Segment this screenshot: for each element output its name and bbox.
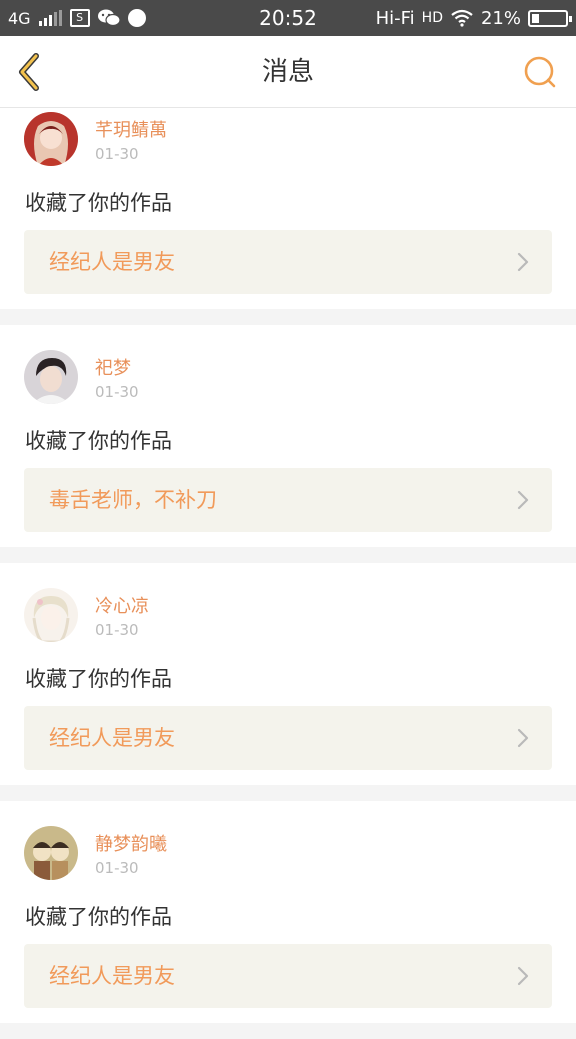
work-link[interactable]: 经纪人是男友 (24, 706, 552, 770)
work-link[interactable]: 毒舌老师，不补刀 (24, 468, 552, 532)
chevron-right-icon (517, 490, 529, 510)
hifi-label: Hi-Fi (375, 7, 415, 29)
nav-bar: 消息 (0, 36, 576, 108)
search-icon (524, 56, 556, 88)
work-title: 经纪人是男友 (49, 250, 175, 274)
message-date: 01-30 (95, 145, 139, 163)
avatar[interactable] (24, 588, 78, 642)
work-title: 毒舌老师，不补刀 (49, 488, 217, 512)
page-title: 消息 (261, 57, 314, 87)
work-title: 经纪人是男友 (49, 964, 175, 988)
status-bar: 4G S 20:52 Hi-Fi HD 21% (0, 0, 576, 36)
work-link[interactable]: 经纪人是男友 (24, 944, 552, 1008)
chevron-right-icon (517, 728, 529, 748)
message-card: 冷心凉 01-30 收藏了你的作品 经纪人是男友 (0, 563, 576, 785)
action-text: 收藏了你的作品 (25, 905, 172, 929)
avatar[interactable] (24, 350, 78, 404)
message-card: 祀梦 01-30 收藏了你的作品 毒舌老师，不补刀 (0, 325, 576, 547)
message-card: 静梦韵曦 01-30 收藏了你的作品 经纪人是男友 (0, 801, 576, 1023)
message-date: 01-30 (95, 383, 139, 401)
username[interactable]: 静梦韵曦 (95, 830, 167, 856)
action-text: 收藏了你的作品 (25, 429, 172, 453)
battery-percent: 21% (480, 7, 521, 29)
username[interactable]: 芊玥鲭萬 (95, 116, 167, 142)
status-right: Hi-Fi HD 21% (375, 0, 572, 36)
message-card: 芊玥鲭萬 01-30 收藏了你的作品 经纪人是男友 (0, 108, 576, 309)
search-button[interactable] (520, 52, 560, 92)
work-title: 经纪人是男友 (49, 726, 175, 750)
username[interactable]: 冷心凉 (95, 592, 149, 618)
chevron-right-icon (517, 966, 529, 986)
hd-label: HD (421, 10, 443, 26)
battery-icon (528, 9, 572, 27)
action-text: 收藏了你的作品 (25, 667, 172, 691)
avatar[interactable] (24, 112, 78, 166)
message-date: 01-30 (95, 621, 139, 639)
avatar[interactable] (24, 826, 78, 880)
work-link[interactable]: 经纪人是男友 (24, 230, 552, 294)
action-text: 收藏了你的作品 (25, 191, 172, 215)
wifi-icon (451, 9, 473, 27)
chevron-right-icon (517, 252, 529, 272)
username[interactable]: 祀梦 (95, 354, 131, 380)
message-date: 01-30 (95, 859, 139, 877)
message-list: 芊玥鲭萬 01-30 收藏了你的作品 经纪人是男友 祀梦 01-30 收藏了你的… (0, 108, 576, 1039)
